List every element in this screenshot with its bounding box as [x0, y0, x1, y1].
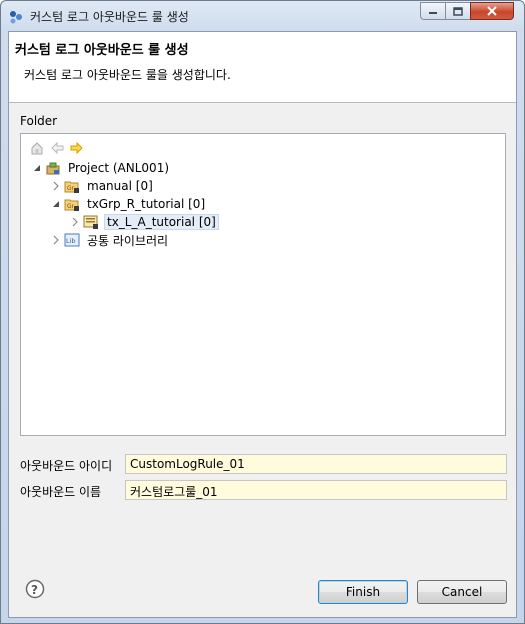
group-folder-icon: Gr	[64, 199, 79, 211]
svg-text:?: ?	[31, 583, 38, 597]
banner-title: 커스텀 로그 아웃바운드 룰 생성	[15, 43, 189, 58]
collapsed-arrow-icon[interactable]	[69, 216, 81, 228]
outbound-name-label: 아웃바운드 이름	[20, 485, 102, 499]
tree-item-label: manual [0]	[87, 179, 153, 193]
collapsed-arrow-icon[interactable]	[50, 180, 62, 192]
folder-label: Folder	[20, 114, 58, 128]
expand-toggle-icon[interactable]	[31, 162, 43, 174]
tree-item-label: Project (ANL001)	[68, 161, 170, 175]
tree-item-txgrp[interactable]: Gr txGrp_R_tutorial [0]	[50, 195, 207, 213]
back-arrow-icon[interactable]	[49, 140, 65, 156]
svg-text:Lib: Lib	[66, 237, 76, 245]
transaction-icon	[83, 215, 98, 229]
tree-item-label: tx_L_A_tutorial [0]	[104, 214, 219, 230]
close-icon	[487, 6, 497, 16]
outbound-name-input[interactable]: 커스텀로그룰_01	[125, 480, 507, 500]
finish-button[interactable]: Finish	[318, 580, 408, 604]
forward-arrow-icon[interactable]	[69, 140, 85, 156]
app-icon	[10, 11, 22, 24]
tree-item-label: txGrp_R_tutorial [0]	[87, 197, 206, 211]
collapsed-arrow-icon[interactable]	[50, 234, 62, 246]
minimize-button[interactable]	[420, 2, 446, 20]
expand-toggle-icon[interactable]	[50, 198, 62, 210]
cancel-button[interactable]: Cancel	[417, 580, 507, 604]
tree-item-tx-tutorial[interactable]: tx_L_A_tutorial [0]	[69, 213, 219, 231]
tree-item-project[interactable]: Project (ANL001)	[31, 159, 171, 177]
maximize-button[interactable]	[445, 2, 471, 20]
home-icon[interactable]	[29, 140, 45, 156]
svg-text:Gr: Gr	[67, 185, 75, 192]
library-icon: Lib	[64, 233, 80, 247]
outbound-id-label: 아웃바운드 아이디	[20, 459, 113, 473]
maximize-icon	[453, 6, 463, 16]
dialog-body: 커스텀 로그 아웃바운드 룰 생성 커스텀 로그 아웃바운드 룰을 생성합니다.…	[8, 31, 517, 618]
dialog-window: 커스텀 로그 아웃바운드 룰 생성 커스텀 로그 아웃바운드 룰 생성 커스텀 …	[0, 0, 525, 624]
folder-tree[interactable]: Project (ANL001) Gr manual [0] Gr txGrp_…	[20, 133, 506, 436]
header-banner: 커스텀 로그 아웃바운드 룰 생성 커스텀 로그 아웃바운드 룰을 생성합니다.	[9, 32, 516, 103]
close-button[interactable]	[470, 2, 514, 20]
window-title: 커스텀 로그 아웃바운드 룰 생성	[30, 10, 189, 24]
tree-item-label: 공통 라이브러리	[87, 233, 169, 248]
minimize-icon	[429, 12, 437, 14]
outbound-id-input[interactable]: CustomLogRule_01	[125, 454, 507, 474]
tree-item-library[interactable]: Lib 공통 라이브러리	[50, 231, 170, 249]
project-icon	[46, 162, 60, 175]
tree-item-manual[interactable]: Gr manual [0]	[50, 177, 155, 195]
svg-text:Gr: Gr	[67, 203, 75, 210]
help-icon[interactable]: ?	[25, 579, 45, 599]
banner-message: 커스텀 로그 아웃바운드 룰을 생성합니다.	[24, 68, 231, 82]
group-folder-icon: Gr	[64, 181, 79, 193]
title-bar[interactable]: 커스텀 로그 아웃바운드 룰 생성	[1, 1, 524, 31]
